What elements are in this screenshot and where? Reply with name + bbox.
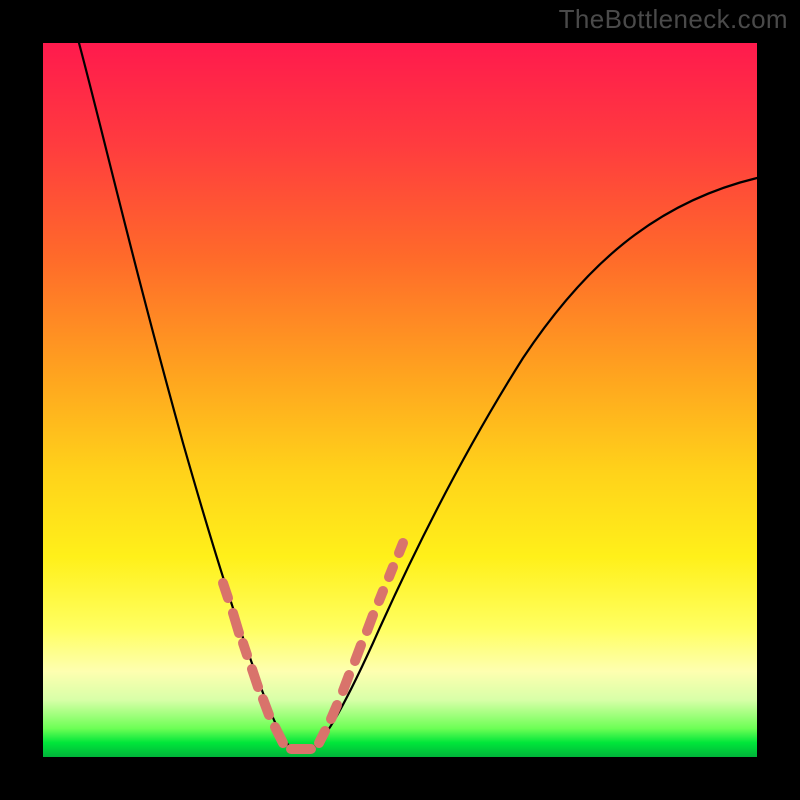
chart-frame: TheBottleneck.com [0,0,800,800]
chart-svg [43,43,757,757]
bottleneck-curve [79,43,757,751]
highlight-segments [223,543,403,749]
plot-area [43,43,757,757]
watermark-text: TheBottleneck.com [559,4,788,35]
